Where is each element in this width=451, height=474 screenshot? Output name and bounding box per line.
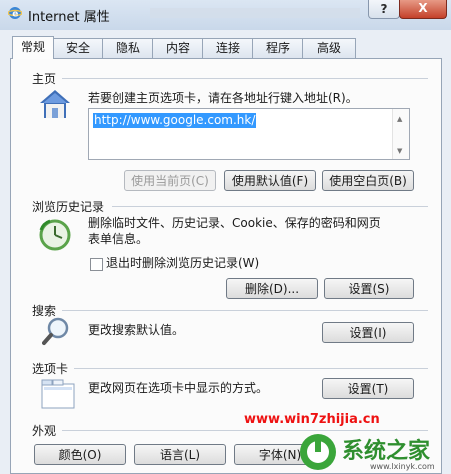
url-scrollbar[interactable]: ▲ ▼ — [392, 109, 409, 159]
history-section-label: 浏览历史记录 — [32, 200, 105, 214]
home-page-url-text: http://www.google.com.hk/ — [93, 113, 257, 128]
logo-text: 系统之家 — [342, 438, 431, 464]
home-separator — [62, 78, 428, 79]
internet-explorer-icon: e — [8, 7, 22, 20]
search-icon — [42, 317, 69, 345]
tab-connections[interactable]: 连接 — [202, 38, 254, 58]
scroll-down-icon: ▼ — [397, 147, 403, 155]
history-description-line1: 删除临时文件、历史记录、Cookie、保存的密码和网页 — [88, 216, 381, 230]
history-description-line2: 表单信息。 — [88, 232, 149, 246]
tab-advanced[interactable]: 高级 — [302, 38, 356, 58]
close-button[interactable]: X — [399, 0, 447, 19]
history-separator — [112, 206, 428, 207]
use-blank-button[interactable]: 使用空白页(B) — [322, 170, 414, 191]
search-description: 更改搜索默认值。 — [88, 323, 185, 337]
history-clock-icon — [39, 219, 71, 251]
site-logo: 系统之家 www.lxinyk.com — [300, 434, 435, 471]
tab-general[interactable]: 常规 — [12, 36, 54, 59]
colors-button[interactable]: 颜色(O) — [34, 444, 126, 465]
delete-on-exit-checkbox[interactable] — [90, 258, 103, 271]
tabs-description: 更改网页在选项卡中显示的方式。 — [88, 381, 269, 395]
tabbed-browsing-icon — [41, 379, 75, 409]
search-settings-button[interactable]: 设置(I) — [322, 322, 414, 343]
logo-url: www.lxinyk.com — [370, 462, 435, 471]
tabs-section-label: 选项卡 — [32, 362, 69, 376]
scroll-up-icon: ▲ — [397, 115, 403, 123]
tab-privacy[interactable]: 隐私 — [102, 38, 154, 58]
use-default-button[interactable]: 使用默认值(F) — [224, 170, 316, 191]
title-bar-blur — [150, 8, 360, 18]
tabs-settings-button[interactable]: 设置(T) — [322, 378, 414, 399]
use-current-button[interactable]: 使用当前页(C) — [124, 170, 216, 191]
delete-history-button[interactable]: 删除(D)... — [226, 278, 318, 299]
tabs-separator — [74, 368, 428, 369]
home-icon — [40, 90, 70, 118]
window-title: Internet 属性 — [28, 10, 110, 25]
appearance-section-label: 外观 — [32, 424, 57, 438]
site-watermark: www.win7zhijia.cn — [244, 412, 380, 427]
home-section-label: 主页 — [32, 72, 57, 86]
tab-content[interactable]: 内容 — [152, 38, 204, 58]
history-settings-button[interactable]: 设置(S) — [324, 278, 414, 299]
home-description: 若要创建主页选项卡，请在各地址行键入地址(R)。 — [88, 91, 358, 105]
svg-text:e: e — [12, 10, 18, 20]
tab-programs[interactable]: 程序 — [252, 38, 304, 58]
languages-button[interactable]: 语言(L) — [134, 444, 226, 465]
tab-security[interactable]: 安全 — [52, 38, 104, 58]
help-button[interactable]: ? — [368, 0, 400, 19]
delete-on-exit-label: 退出时删除浏览历史记录(W) — [106, 256, 260, 270]
search-separator — [62, 310, 428, 311]
home-page-url-input[interactable]: http://www.google.com.hk/ ▲ ▼ — [88, 108, 410, 160]
title-bar: e Internet 属性 ? X — [0, 0, 451, 30]
